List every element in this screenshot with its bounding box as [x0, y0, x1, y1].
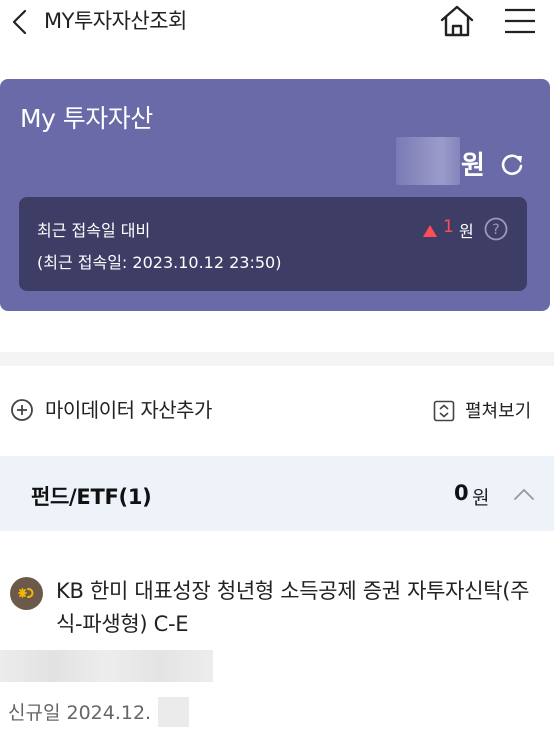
investment-asset-card: My 투자자산 원 최근 접속일 대비 (최근 접속일: 2023.10.12 …	[0, 79, 550, 311]
masked-open-date-day	[158, 697, 189, 727]
amount-unit: 원	[461, 151, 485, 181]
fund-etf-section-header[interactable]: 펀드/ETF(1) 0 원	[0, 456, 554, 531]
svg-text:?: ?	[492, 222, 499, 238]
asset-card-title: My 투자자산	[20, 104, 153, 133]
last-access-date: (최근 접속일: 2023.10.12 23:50)	[37, 253, 282, 272]
add-circle-icon[interactable]	[10, 398, 34, 422]
increase-triangle-icon	[423, 225, 437, 237]
masked-total-amount	[396, 137, 460, 185]
hamburger-menu-icon[interactable]	[502, 4, 538, 38]
masked-account-number	[0, 650, 213, 682]
fund-product-name[interactable]: KB 한미 대표성장 청년형 소득공제 증권 자투자신탁(주식-파생형) C-E	[56, 575, 536, 641]
fund-open-date: 신규일 2024.12.	[8, 702, 152, 724]
kb-logo-icon	[10, 577, 43, 610]
page-title: MY투자자산조회	[44, 9, 187, 33]
fund-section-unit: 원	[472, 487, 490, 509]
fund-section-amount: 0	[454, 481, 469, 505]
home-icon[interactable]	[438, 2, 476, 40]
expand-all-icon[interactable]	[433, 400, 455, 422]
section-divider	[0, 352, 554, 366]
expand-all-button[interactable]: 펼쳐보기	[465, 397, 531, 423]
question-help-icon[interactable]: ?	[484, 217, 508, 241]
chevron-up-icon[interactable]	[512, 484, 536, 504]
change-value: 1	[443, 217, 454, 237]
fund-section-title: 펀드/ETF(1)	[31, 485, 152, 509]
app-header: MY투자자산조회	[0, 0, 554, 48]
comparison-label: 최근 접속일 대비	[37, 221, 151, 240]
refresh-icon[interactable]	[499, 152, 525, 178]
add-mydata-asset-button[interactable]: 마이데이터 자산추가	[45, 394, 212, 423]
change-comparison-box: 최근 접속일 대비 (최근 접속일: 2023.10.12 23:50) 1 원…	[19, 197, 527, 291]
change-unit: 원	[459, 222, 474, 241]
chevron-left-icon[interactable]	[8, 6, 32, 38]
